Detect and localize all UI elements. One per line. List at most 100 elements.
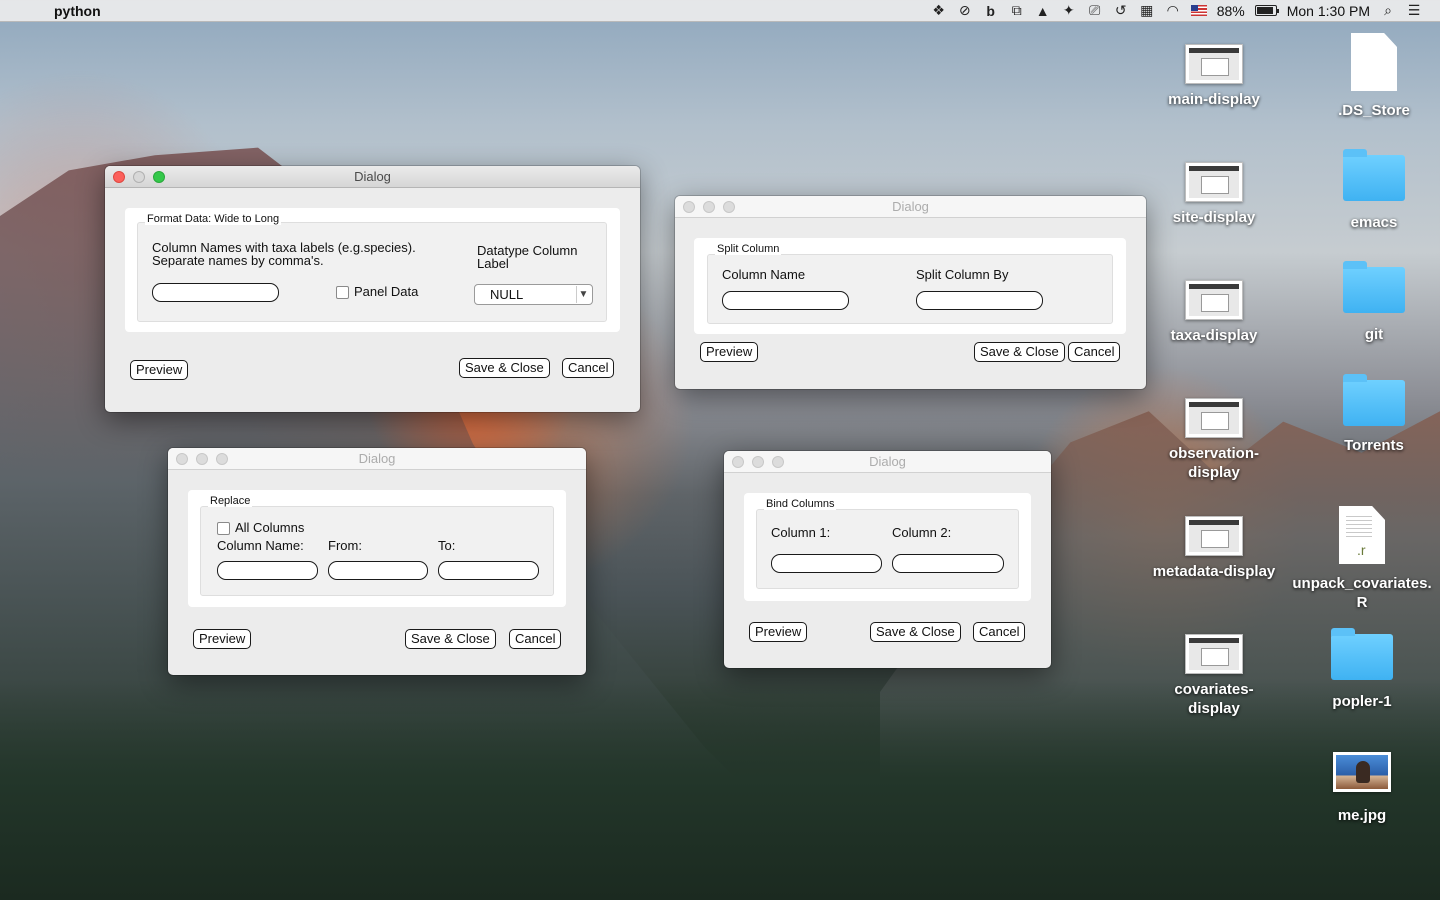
notification-center-icon[interactable]: ☰ — [1406, 2, 1422, 19]
close-window-icon[interactable] — [683, 201, 695, 213]
to-label: To: — [438, 538, 456, 553]
desktop-icon-me-jpg[interactable]: me.jpg — [1292, 752, 1432, 825]
minimize-window-icon[interactable] — [133, 171, 145, 183]
bind-group: Bind Columns Column 1: Column 2: — [744, 493, 1031, 601]
column2-input[interactable] — [892, 554, 1004, 573]
zoom-window-icon[interactable] — [772, 456, 784, 468]
app-menu-name[interactable]: python — [54, 3, 101, 19]
column-name-input[interactable] — [722, 291, 849, 310]
desktop-icon-popler-1[interactable]: popler-1 — [1292, 628, 1432, 711]
cancel-button[interactable]: Cancel — [973, 622, 1026, 642]
cancel-button[interactable]: Cancel — [562, 358, 615, 378]
close-window-icon[interactable] — [113, 171, 125, 183]
save-close-button[interactable]: Save & Close — [870, 622, 961, 642]
desktop-icon-unpack-covariates[interactable]: .r unpack_covariates.R — [1292, 506, 1432, 612]
dialog-titlebar[interactable]: Dialog — [168, 448, 586, 470]
folder-icon — [1331, 628, 1393, 680]
menu-bar: python ❖ ⊘ b ⧉ ▲ ✦ ⎚ ↺ ▦ ◠ 88% Mon 1:30 … — [0, 0, 1440, 22]
b-icon[interactable]: b — [983, 3, 999, 19]
format-group: Format Data: Wide to Long Column Names w… — [125, 208, 620, 332]
group-label: Split Column — [715, 243, 782, 255]
zoom-window-icon[interactable] — [216, 453, 228, 465]
dialog-titlebar[interactable]: Dialog — [105, 166, 640, 188]
replace-dialog: Dialog Replace All Columns Column Name: … — [168, 448, 586, 675]
save-close-button[interactable]: Save & Close — [405, 629, 496, 649]
dropbox-icon[interactable]: ❖ — [931, 2, 947, 19]
zoom-window-icon[interactable] — [153, 171, 165, 183]
desktop-icon-observation-display[interactable]: observation-display — [1144, 398, 1284, 482]
preview-button[interactable]: Preview — [749, 622, 808, 642]
datatype-select[interactable]: NULL ▼ — [474, 284, 593, 305]
preview-button[interactable]: Preview — [193, 629, 252, 649]
column-names-input[interactable] — [152, 283, 279, 302]
minimize-window-icon[interactable] — [196, 453, 208, 465]
minimize-window-icon[interactable] — [703, 201, 715, 213]
dialog-title: Dialog — [869, 454, 906, 469]
desktop-icon-covariates-display[interactable]: covariates-display — [1144, 634, 1284, 718]
chevron-down-icon: ▼ — [576, 286, 590, 303]
save-close-button[interactable]: Save & Close — [459, 358, 550, 378]
desktop-icon-emacs[interactable]: emacs — [1304, 149, 1440, 232]
cancel-button[interactable]: Cancel — [509, 629, 562, 649]
keyboard-icon[interactable]: ▦ — [1139, 2, 1155, 19]
bind-columns-dialog: Dialog Bind Columns Column 1: Column 2: … — [724, 451, 1051, 668]
spotlight-search-icon[interactable]: ⌕ — [1380, 2, 1396, 19]
airplay-icon[interactable]: ⎚ — [1087, 2, 1103, 19]
panel-data-checkbox[interactable] — [336, 286, 349, 299]
column1-input[interactable] — [771, 554, 882, 573]
to-input[interactable] — [438, 561, 539, 580]
column-name-input[interactable] — [217, 561, 318, 580]
screenshot-thumbnail-icon — [1185, 162, 1243, 202]
desktop-icon-label: emacs — [1350, 214, 1398, 231]
desktop-icon-label: covariates-display — [1174, 681, 1254, 717]
desktop-icon-main-display[interactable]: main-display — [1144, 44, 1284, 109]
evernote-icon[interactable]: ✦ — [1061, 2, 1077, 19]
desktop-icon-label: taxa-display — [1170, 327, 1258, 344]
preview-button[interactable]: Preview — [130, 360, 189, 380]
document-icon — [1351, 33, 1397, 91]
desktop-icon-ds-store[interactable]: .DS_Store — [1304, 33, 1440, 120]
minimize-window-icon[interactable] — [752, 456, 764, 468]
group-label: Bind Columns — [764, 498, 837, 510]
desktop-icon-git[interactable]: git — [1304, 261, 1440, 344]
column-names-hint: Separate names by comma's. — [152, 253, 324, 268]
clock[interactable]: Mon 1:30 PM — [1287, 3, 1370, 19]
split-by-label: Split Column By — [916, 267, 1009, 282]
format-data-dialog: Dialog Format Data: Wide to Long Column … — [105, 166, 640, 412]
desktop-icon-label: metadata-display — [1152, 563, 1276, 580]
sync-icon[interactable]: ⊘ — [957, 2, 973, 19]
split-group-box — [707, 254, 1113, 324]
from-input[interactable] — [328, 561, 428, 580]
screenshot-thumbnail-icon — [1185, 516, 1243, 556]
zoom-window-icon[interactable] — [723, 201, 735, 213]
folder-icon — [1343, 261, 1405, 313]
close-window-icon[interactable] — [176, 453, 188, 465]
wifi-icon[interactable]: ◠ — [1165, 2, 1181, 19]
group-label: Format Data: Wide to Long — [145, 213, 282, 225]
preview-button[interactable]: Preview — [700, 342, 759, 362]
desktop-icon-site-display[interactable]: site-display — [1144, 162, 1284, 227]
split-column-dialog: Dialog Split Column Column Name Split Co… — [675, 196, 1146, 389]
crop-icon[interactable]: ⧉ — [1009, 2, 1025, 19]
replace-group: Replace All Columns Column Name: From: T… — [188, 490, 566, 607]
desktop-icon-torrents[interactable]: Torrents — [1304, 374, 1440, 455]
desktop-icon-taxa-display[interactable]: taxa-display — [1144, 280, 1284, 345]
dialog-titlebar[interactable]: Dialog — [675, 196, 1146, 218]
folder-icon — [1343, 374, 1405, 426]
close-window-icon[interactable] — [732, 456, 744, 468]
datatype-selected-value: NULL — [490, 287, 524, 302]
desktop-icon-label: observation-display — [1168, 445, 1259, 481]
split-by-input[interactable] — [916, 291, 1043, 310]
desktop-icon-label: main-display — [1168, 91, 1260, 108]
bind-group-box — [756, 509, 1019, 589]
save-close-button[interactable]: Save & Close — [974, 342, 1065, 362]
desktop-icon-metadata-display[interactable]: metadata-display — [1144, 516, 1284, 581]
us-flag-icon[interactable] — [1190, 5, 1207, 16]
battery-percent[interactable]: 88% — [1217, 3, 1245, 19]
time-machine-icon[interactable]: ↺ — [1113, 2, 1129, 19]
all-columns-checkbox[interactable] — [217, 522, 230, 535]
battery-icon[interactable] — [1254, 5, 1279, 16]
drive-icon[interactable]: ▲ — [1035, 3, 1051, 19]
cancel-button[interactable]: Cancel — [1068, 342, 1121, 362]
dialog-titlebar[interactable]: Dialog — [724, 451, 1051, 473]
